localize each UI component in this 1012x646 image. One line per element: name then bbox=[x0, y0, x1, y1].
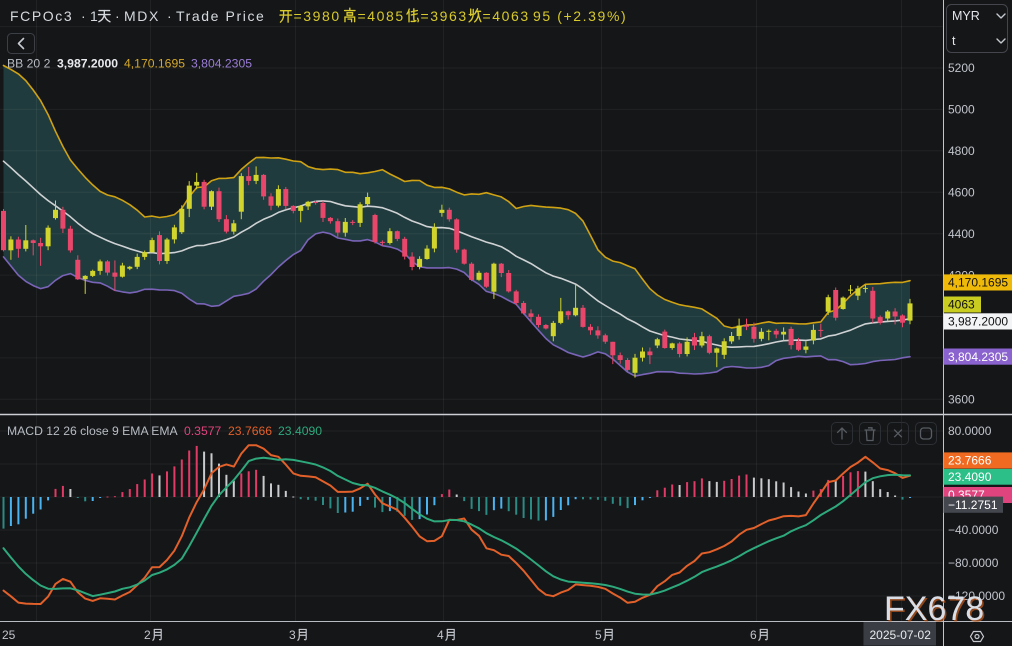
svg-text:BB 20 2: BB 20 2 bbox=[7, 57, 51, 71]
svg-text:5000: 5000 bbox=[948, 103, 975, 117]
svg-text:4063: 4063 bbox=[948, 298, 975, 312]
svg-text:3,987.2000: 3,987.2000 bbox=[57, 57, 118, 71]
svg-text:−11.2751: −11.2751 bbox=[948, 498, 998, 512]
svg-text:23.4090: 23.4090 bbox=[278, 424, 322, 438]
svg-text:3,804.2305: 3,804.2305 bbox=[191, 57, 252, 71]
svg-text:23.4090: 23.4090 bbox=[948, 470, 992, 484]
svg-text:·: · bbox=[115, 8, 121, 24]
svg-text:4600: 4600 bbox=[948, 185, 975, 199]
svg-text:3,804.2305: 3,804.2305 bbox=[948, 350, 1008, 364]
svg-text:Trade Price: Trade Price bbox=[176, 8, 265, 24]
svg-text:MACD 12 26 close 9 EMA EMA: MACD 12 26 close 9 EMA EMA bbox=[7, 424, 179, 438]
svg-text:=4063: =4063 bbox=[483, 8, 530, 24]
svg-text:95 (+2.39%): 95 (+2.39%) bbox=[533, 8, 627, 24]
svg-text:3,987.2000: 3,987.2000 bbox=[948, 315, 1008, 329]
svg-text:6: 6 bbox=[750, 628, 757, 642]
svg-text:80.0000: 80.0000 bbox=[948, 424, 992, 438]
svg-text:4800: 4800 bbox=[948, 144, 975, 158]
svg-text:5200: 5200 bbox=[948, 61, 975, 75]
svg-text:23.7666: 23.7666 bbox=[948, 454, 992, 468]
svg-text:−40.0000: −40.0000 bbox=[948, 523, 999, 537]
svg-text:3: 3 bbox=[289, 628, 296, 642]
svg-text:=4085: =4085 bbox=[358, 8, 405, 24]
svg-text:5: 5 bbox=[595, 628, 602, 642]
svg-text:·: · bbox=[167, 8, 173, 24]
svg-text:MYR: MYR bbox=[952, 9, 980, 23]
svg-text:−80.0000: −80.0000 bbox=[948, 556, 999, 570]
svg-text:0.3577: 0.3577 bbox=[184, 424, 221, 438]
svg-text:4: 4 bbox=[437, 628, 444, 642]
svg-text:MDX: MDX bbox=[124, 8, 160, 24]
svg-text:23.7666: 23.7666 bbox=[228, 424, 272, 438]
svg-text:3600: 3600 bbox=[948, 393, 975, 407]
svg-text:2: 2 bbox=[144, 628, 151, 642]
svg-text:=3963: =3963 bbox=[421, 8, 468, 24]
svg-text:=3980: =3980 bbox=[294, 8, 341, 24]
svg-text:2025-07-02: 2025-07-02 bbox=[870, 628, 932, 642]
svg-text:·: · bbox=[81, 8, 87, 24]
svg-text:25: 25 bbox=[2, 628, 16, 642]
svg-text:FCPOc3: FCPOc3 bbox=[10, 8, 73, 24]
svg-text:FX678: FX678 bbox=[884, 590, 984, 628]
svg-text:4400: 4400 bbox=[948, 227, 975, 241]
svg-text:1: 1 bbox=[90, 8, 99, 24]
svg-text:4,170.1695: 4,170.1695 bbox=[124, 57, 185, 71]
svg-text:4,170.1695: 4,170.1695 bbox=[948, 276, 1008, 290]
svg-text:t: t bbox=[952, 34, 956, 48]
